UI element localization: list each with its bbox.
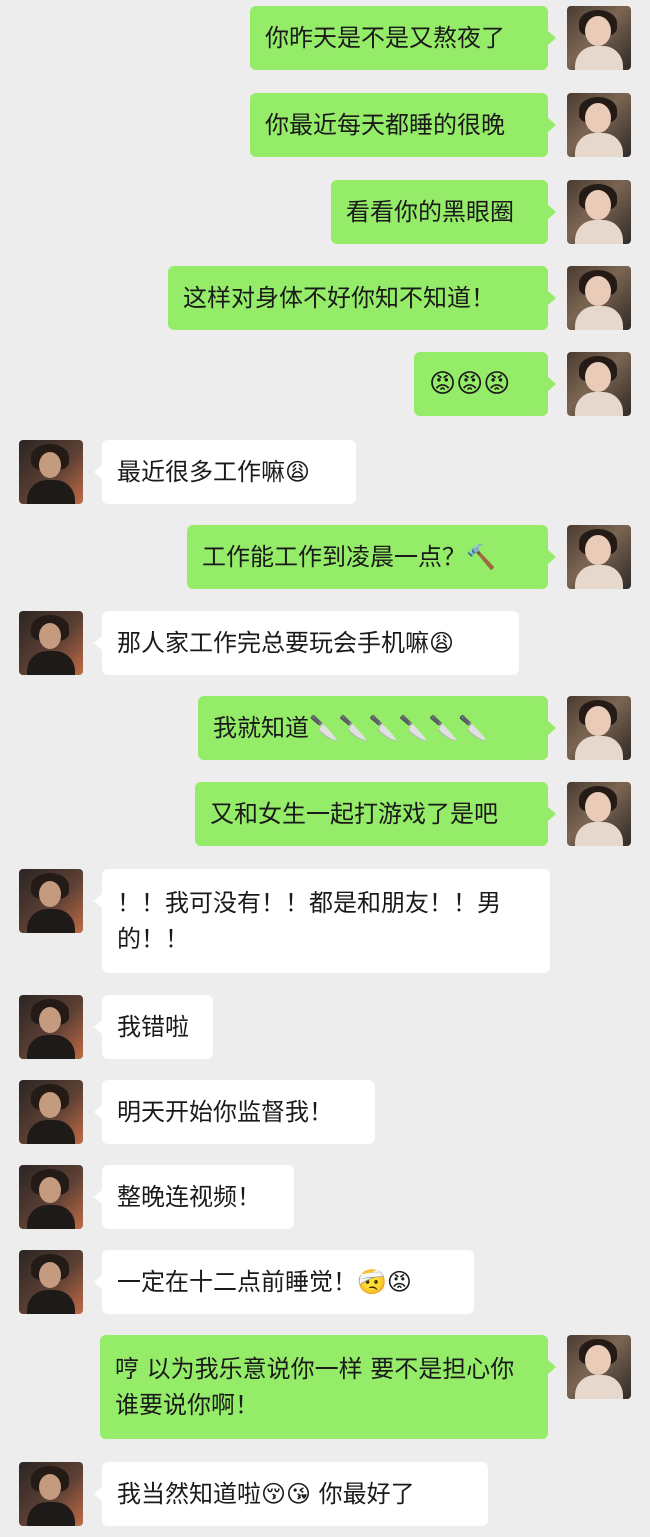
message-bubble[interactable]: 我错啦 [94,995,213,1059]
avatar[interactable] [19,1462,83,1526]
message-bubble[interactable]: 那人家工作完总要玩会手机嘛😩 [94,611,519,675]
message-bubble[interactable]: 工作能工作到凌晨一点？🔨 [187,525,556,589]
message-bubble[interactable]: 😡😡😡 [414,352,556,416]
message-bubble[interactable]: 最近很多工作嘛😩 [94,440,356,504]
avatar[interactable] [567,1335,631,1399]
message-bubble[interactable]: 你昨天是不是又熬夜了 [250,6,556,70]
message-bubble[interactable]: 我就知道🔪🔪🔪🔪🔪🔪 [198,696,556,760]
message-bubble[interactable]: 你最近每天都睡的很晚 [250,93,556,157]
message-bubble[interactable]: 整晚连视频！ [94,1165,294,1229]
avatar[interactable] [19,1080,83,1144]
chat-conversation: 你昨天是不是又熬夜了 你最近每天都睡的很晚 看看你的黑眼圈 这样对身体不好你知不… [0,0,650,1537]
message-bubble[interactable]: 又和女生一起打游戏了是吧 [195,782,556,846]
message-bubble[interactable]: 一定在十二点前睡觉！🤕😡 [94,1250,474,1314]
avatar[interactable] [19,440,83,504]
avatar[interactable] [19,611,83,675]
avatar[interactable] [567,696,631,760]
avatar[interactable] [567,782,631,846]
avatar[interactable] [19,995,83,1059]
avatar[interactable] [567,525,631,589]
message-bubble[interactable]: 我当然知道啦😚😘 你最好了 [94,1462,488,1526]
message-bubble[interactable]: 明天开始你监督我！ [94,1080,375,1144]
avatar[interactable] [567,266,631,330]
avatar[interactable] [567,93,631,157]
message-bubble[interactable]: 这样对身体不好你知不知道！ [168,266,556,330]
avatar[interactable] [19,1165,83,1229]
message-bubble[interactable]: 看看你的黑眼圈 [331,180,556,244]
message-bubble[interactable]: 哼 以为我乐意说你一样 要不是担心你谁要说你啊！ [100,1335,556,1439]
avatar[interactable] [19,1250,83,1314]
avatar[interactable] [567,180,631,244]
avatar[interactable] [567,352,631,416]
avatar[interactable] [19,869,83,933]
avatar[interactable] [567,6,631,70]
message-bubble[interactable]: ！！我可没有！！都是和朋友！！男的！！ [94,869,550,973]
